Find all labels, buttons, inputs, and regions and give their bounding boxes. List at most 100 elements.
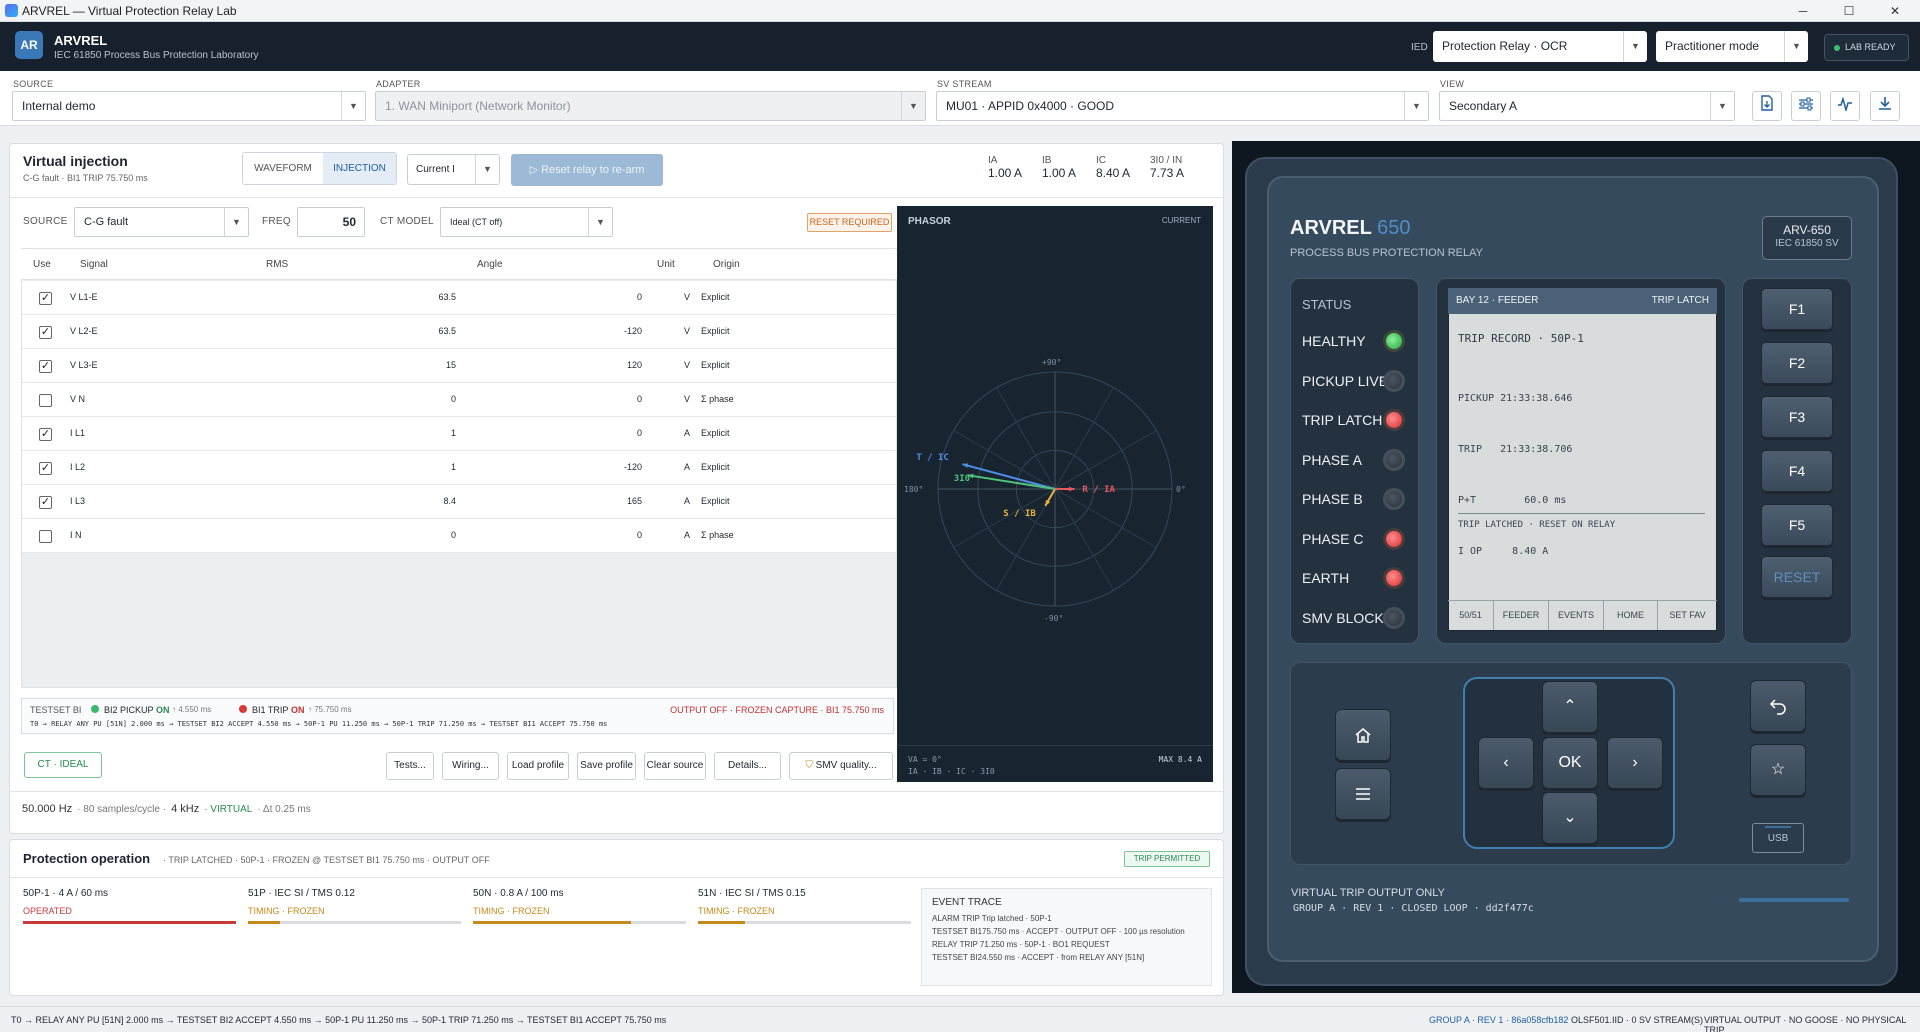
table-row: V N 0 0 V Σ phase: [22, 383, 896, 417]
origin-value: Explicit: [701, 462, 730, 472]
back-icon[interactable]: [1750, 680, 1806, 732]
export-file-icon[interactable]: [1752, 91, 1782, 121]
ct-model-select[interactable]: Ideal (CT off) ▼: [440, 207, 613, 237]
minimize-button[interactable]: ─: [1780, 2, 1826, 20]
chevron-up-icon[interactable]: ⌃: [1542, 681, 1598, 733]
ok-button[interactable]: OK: [1542, 737, 1598, 789]
chevron-down-icon[interactable]: ⌄: [1542, 792, 1598, 844]
event-trace-title: EVENT TRACE: [932, 897, 1002, 908]
lcd-header-left: BAY 12 · FEEDER: [1456, 295, 1539, 306]
settings-sliders-icon[interactable]: [1791, 91, 1821, 121]
softkey-button[interactable]: FEEDER: [1494, 600, 1549, 630]
clear-source-button[interactable]: Clear source: [644, 752, 706, 780]
softkey-button[interactable]: 50/51: [1448, 600, 1494, 630]
tests-button[interactable]: Tests...: [386, 752, 434, 780]
testset-sequence: T0 → RELAY ANY PU [51N] 2.000 ms → TESTS…: [30, 720, 608, 728]
element-name: 50N · 0.8 A / 100 ms: [473, 888, 564, 899]
col-rms: RMS: [266, 259, 289, 270]
element-name: 51N · IEC SI / TMS 0.15: [698, 888, 806, 899]
rms-value: 8.4: [443, 496, 456, 506]
rms-value: 0: [450, 530, 456, 540]
use-checkbox[interactable]: [39, 530, 52, 543]
smv-quality-button[interactable]: ⛉ SMV quality...: [789, 752, 893, 780]
angle-value: -120: [623, 462, 642, 472]
col-unit: Unit: [657, 259, 675, 270]
use-checkbox[interactable]: ✓: [39, 428, 52, 441]
home-icon[interactable]: [1335, 709, 1391, 761]
menu-icon[interactable]: [1335, 768, 1391, 820]
lcd-line: P+T 60.0 ms: [1458, 495, 1567, 506]
quantity-select[interactable]: Current I ▼: [407, 154, 500, 185]
fault-source-select[interactable]: C-G fault ▼: [74, 207, 249, 237]
element-progress-fill: [698, 921, 745, 924]
softkey-button[interactable]: HOME: [1604, 600, 1658, 630]
relay-subtitle: PROCESS BUS PROTECTION RELAY: [1290, 247, 1483, 259]
use-checkbox[interactable]: ✓: [39, 326, 52, 339]
source-select[interactable]: Internal demo ▼: [12, 91, 366, 121]
ied-select[interactable]: Protection Relay · OCR ▼: [1433, 31, 1647, 62]
save-profile-button[interactable]: Save profile: [577, 752, 636, 780]
function-key[interactable]: F1: [1761, 288, 1833, 330]
function-key[interactable]: F4: [1761, 450, 1833, 492]
mode-select[interactable]: Practitioner mode ▼: [1656, 31, 1808, 62]
details-button[interactable]: Details...: [714, 752, 781, 780]
fault-source-label: SOURCE: [23, 216, 68, 227]
reset-key[interactable]: RESET: [1761, 556, 1833, 598]
waveform-icon[interactable]: [1830, 91, 1860, 121]
function-key[interactable]: F3: [1761, 396, 1833, 438]
sampling-info: 50.000 Hz · 80 samples/cycle · 4 kHz · V…: [22, 803, 311, 815]
rms-value: 63.5: [438, 292, 456, 302]
load-profile-button[interactable]: Load profile: [507, 752, 569, 780]
lcd-line: I OP 8.40 A: [1458, 546, 1549, 557]
origin-value: Explicit: [701, 496, 730, 506]
relay-brand: ARVREL 650: [1290, 217, 1410, 240]
table-row: ✓ V L3-E 15 120 V Explicit: [22, 349, 896, 383]
relay-output-bar: [1739, 898, 1849, 902]
reset-relay-button[interactable]: ▷ Reset relay to re-arm: [511, 154, 663, 186]
softkey-button[interactable]: EVENTS: [1549, 600, 1604, 630]
view-select[interactable]: Secondary A ▼: [1439, 91, 1735, 121]
chevron-down-icon: ▼: [475, 155, 499, 184]
status-bar: T0 → RELAY ANY PU [51N] 2.000 ms → TESTS…: [0, 1006, 1920, 1032]
softkey-button[interactable]: SET FAV: [1658, 600, 1717, 630]
unit-value: A: [684, 496, 691, 506]
chevron-down-icon: ▼: [1623, 31, 1647, 62]
signal-name: I L2: [70, 462, 86, 472]
signal-name: V L1-E: [70, 292, 98, 302]
function-key[interactable]: F5: [1761, 504, 1833, 546]
freq-input[interactable]: 50: [297, 207, 365, 237]
use-checkbox[interactable]: ✓: [39, 496, 52, 509]
use-checkbox[interactable]: ✓: [39, 292, 52, 305]
tab-waveform[interactable]: WAVEFORM: [243, 153, 323, 184]
event-item: ALARM TRIP Trip latched · 50P-1: [932, 914, 1052, 923]
relay-model-badge-std: IEC 61850 SV: [1775, 238, 1839, 249]
sv-stream-select[interactable]: MU01 · APPID 0x4000 · GOOD ▼: [936, 91, 1429, 121]
rms-value: 1: [450, 462, 456, 472]
wiring-button[interactable]: Wiring...: [442, 752, 499, 780]
adapter-select[interactable]: 1. WAN Miniport (Network Monitor) ▼: [375, 91, 926, 121]
star-icon[interactable]: ☆: [1750, 744, 1806, 796]
event-item: TESTSET BI24.550 ms · ACCEPT · from RELA…: [932, 953, 1145, 962]
function-key[interactable]: F2: [1761, 342, 1833, 384]
testset-bar: TESTSET BI BI2 PICKUP ON ↑ 4.550 ms BI1 …: [21, 698, 894, 734]
adapter-label: ADAPTER: [376, 79, 421, 89]
tab-injection[interactable]: INJECTION: [323, 153, 396, 184]
view-label: VIEW: [1440, 79, 1465, 89]
signal-name: I N: [70, 530, 82, 540]
phasor-diagram: R / IA S / IB T / IC 3I0: [916, 371, 1173, 607]
use-checkbox[interactable]: ✓: [39, 462, 52, 475]
lcd-lines: PICKUP 21:33:38.646 TRIP 21:33:38.706 P+…: [1458, 356, 1572, 577]
mode-tabs: WAVEFORM INJECTION: [242, 152, 397, 185]
use-checkbox[interactable]: [39, 394, 52, 407]
use-checkbox[interactable]: ✓: [39, 360, 52, 373]
axis-label-bottom: -90°: [1044, 614, 1064, 623]
lab-status-badge: LAB READY: [1824, 34, 1909, 61]
close-button[interactable]: ✕: [1872, 2, 1918, 20]
chevron-left-icon[interactable]: ‹: [1478, 737, 1534, 789]
maximize-button[interactable]: ☐: [1826, 2, 1872, 20]
origin-value: Explicit: [701, 428, 730, 438]
download-icon[interactable]: [1870, 91, 1900, 121]
lcd-divider: [1458, 513, 1705, 514]
status-led-icon: [1383, 567, 1405, 589]
chevron-right-icon[interactable]: ›: [1607, 737, 1663, 789]
